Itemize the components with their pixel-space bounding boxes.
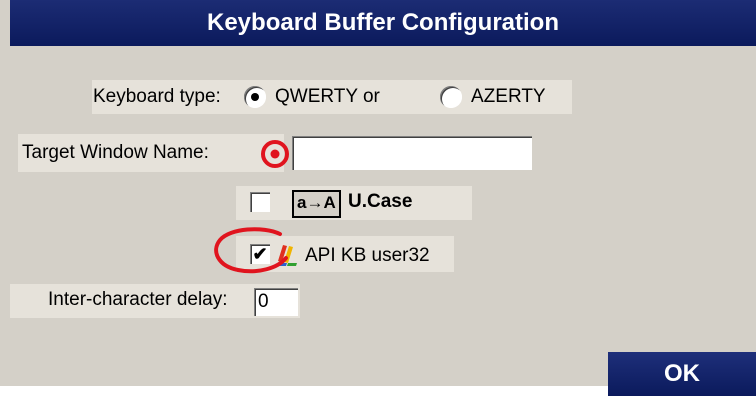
uppercase-icon: a→A <box>292 190 341 218</box>
target-window-label: Target Window Name: <box>22 142 209 163</box>
dialog-title: Keyboard Buffer Configuration <box>10 0 756 46</box>
keyboard-type-label: Keyboard type: <box>93 86 221 107</box>
ok-button[interactable]: OK <box>608 352 756 396</box>
qwerty-radio[interactable] <box>244 86 266 108</box>
highlight-circle <box>214 227 288 274</box>
azerty-radio[interactable] <box>440 86 462 108</box>
delay-label: Inter-character delay: <box>48 289 228 310</box>
qwerty-label[interactable]: QWERTY or <box>275 86 380 108</box>
ucase-label[interactable]: U.Case <box>348 191 412 213</box>
api-kb-label[interactable]: API KB user32 <box>305 245 430 267</box>
delay-input[interactable]: 0 <box>254 288 298 316</box>
keyboard-buffer-dialog: Keyboard Buffer Configuration Keyboard t… <box>0 0 756 396</box>
ucase-checkbox[interactable] <box>250 192 270 212</box>
azerty-label[interactable]: AZERTY <box>471 86 546 108</box>
target-finder-icon[interactable] <box>260 139 290 169</box>
target-window-input[interactable] <box>292 136 532 170</box>
